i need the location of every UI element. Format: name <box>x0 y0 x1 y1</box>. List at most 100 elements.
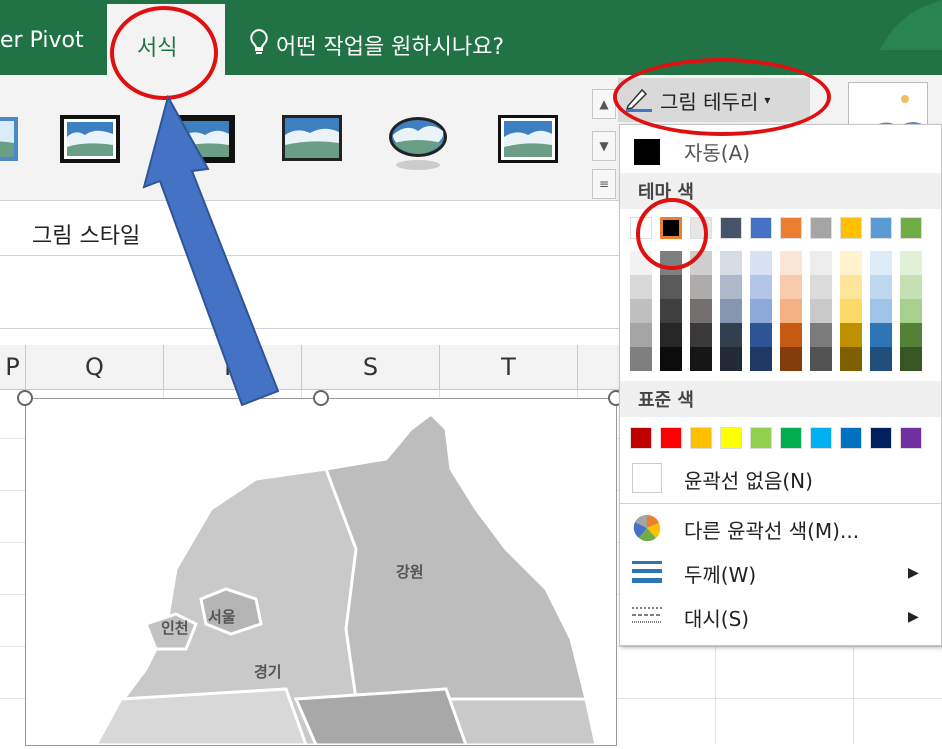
theme-shade-swatch[interactable] <box>870 323 892 347</box>
theme-shade-swatch[interactable] <box>660 275 682 299</box>
theme-shade-swatch[interactable] <box>840 251 862 275</box>
theme-shade-swatch[interactable] <box>870 275 892 299</box>
theme-shade-swatch[interactable] <box>720 251 742 275</box>
theme-shade-swatch[interactable] <box>690 347 712 371</box>
standard-color-swatch[interactable] <box>840 427 862 449</box>
theme-shade-swatch[interactable] <box>810 347 832 371</box>
theme-colors-title: 테마 색 <box>620 173 941 209</box>
theme-color-swatch[interactable] <box>660 217 682 239</box>
map-label-gangwon: 강원 <box>396 563 424 581</box>
theme-shade-swatch[interactable] <box>750 323 772 347</box>
automatic-label: 자동(A) <box>684 140 751 165</box>
column-header-s[interactable]: S <box>302 345 440 389</box>
theme-shade-swatch[interactable] <box>870 347 892 371</box>
theme-color-swatch[interactable] <box>780 217 802 239</box>
theme-shade-swatch[interactable] <box>630 299 652 323</box>
theme-shade-swatch[interactable] <box>900 251 922 275</box>
theme-shade-swatch[interactable] <box>900 323 922 347</box>
theme-shade-swatch[interactable] <box>780 299 802 323</box>
theme-shade-swatch[interactable] <box>750 347 772 371</box>
theme-shade-swatch[interactable] <box>840 275 862 299</box>
picture-border-button[interactable]: 그림 테두리 ▾ <box>618 78 810 122</box>
theme-shade-swatch[interactable] <box>900 347 922 371</box>
theme-shade-swatch[interactable] <box>870 299 892 323</box>
picture-style-thumb-2[interactable] <box>60 115 120 163</box>
theme-shade-swatch[interactable] <box>720 275 742 299</box>
theme-color-swatch[interactable] <box>630 217 652 239</box>
theme-shade-swatch[interactable] <box>840 347 862 371</box>
theme-shade-swatch[interactable] <box>780 251 802 275</box>
menu-item-automatic[interactable]: 자동(A) <box>620 133 941 169</box>
theme-shade-swatch[interactable] <box>750 299 772 323</box>
gallery-scroll-down-button[interactable]: ▼ <box>592 131 616 161</box>
standard-color-swatch[interactable] <box>780 427 802 449</box>
theme-color-swatch[interactable] <box>840 217 862 239</box>
theme-shade-swatch[interactable] <box>630 347 652 371</box>
theme-shade-swatch[interactable] <box>780 275 802 299</box>
tab-power-pivot[interactable]: er Pivot <box>0 28 84 53</box>
theme-shade-swatch[interactable] <box>630 251 652 275</box>
theme-shade-swatch[interactable] <box>690 251 712 275</box>
theme-shade-swatch[interactable] <box>750 251 772 275</box>
standard-color-swatch[interactable] <box>900 427 922 449</box>
weight-label: 두께(W) <box>684 562 757 587</box>
standard-color-swatch[interactable] <box>810 427 832 449</box>
theme-shade-swatch[interactable] <box>810 275 832 299</box>
menu-item-no-outline[interactable]: 윤곽선 없음(N) <box>620 459 941 499</box>
column-header-t[interactable]: T <box>440 345 578 389</box>
theme-shade-swatch[interactable] <box>750 275 772 299</box>
theme-shade-swatch[interactable] <box>720 323 742 347</box>
theme-shade-swatch[interactable] <box>630 275 652 299</box>
resize-handle-top-left[interactable] <box>17 390 33 406</box>
theme-color-swatch[interactable] <box>750 217 772 239</box>
theme-shade-swatch[interactable] <box>630 323 652 347</box>
theme-shade-swatch[interactable] <box>690 323 712 347</box>
theme-shade-swatch[interactable] <box>840 299 862 323</box>
standard-color-swatch[interactable] <box>690 427 712 449</box>
tab-format[interactable]: 서식 <box>107 4 225 75</box>
theme-color-swatch[interactable] <box>810 217 832 239</box>
theme-shade-swatch[interactable] <box>780 347 802 371</box>
theme-shade-swatch[interactable] <box>870 251 892 275</box>
theme-shade-swatch[interactable] <box>660 299 682 323</box>
theme-color-swatch[interactable] <box>900 217 922 239</box>
standard-color-swatch[interactable] <box>870 427 892 449</box>
menu-item-weight[interactable]: 두께(W) ▶ <box>620 551 941 595</box>
theme-shade-swatch[interactable] <box>780 323 802 347</box>
column-header-p[interactable]: P <box>0 345 26 389</box>
standard-color-swatch[interactable] <box>660 427 682 449</box>
theme-color-swatch[interactable] <box>720 217 742 239</box>
menu-item-more-outline-colors[interactable]: 다른 윤곽선 색(M)... <box>620 507 941 551</box>
theme-color-swatch[interactable] <box>870 217 892 239</box>
theme-shade-swatch[interactable] <box>720 347 742 371</box>
submenu-arrow-icon: ▶ <box>908 565 919 581</box>
theme-shade-swatch[interactable] <box>810 251 832 275</box>
theme-shade-swatch[interactable] <box>660 251 682 275</box>
resize-handle-top-middle[interactable] <box>313 390 329 406</box>
theme-shade-swatch[interactable] <box>900 299 922 323</box>
gallery-scroll-up-button[interactable]: ▲ <box>592 89 616 119</box>
picture-style-thumb-5[interactable] <box>388 115 448 175</box>
theme-shade-swatch[interactable] <box>660 347 682 371</box>
theme-color-swatch[interactable] <box>690 217 712 239</box>
standard-color-swatch[interactable] <box>720 427 742 449</box>
theme-shade-swatch[interactable] <box>840 323 862 347</box>
automatic-color-swatch <box>634 139 660 165</box>
annotation-arrow <box>142 95 280 407</box>
selected-map-picture[interactable]: 강원 인천 서울 경기 <box>25 398 617 747</box>
picture-style-thumb-6[interactable] <box>498 115 558 163</box>
theme-shade-swatch[interactable] <box>810 299 832 323</box>
picture-style-thumb-1[interactable] <box>0 115 30 163</box>
standard-color-swatch[interactable] <box>750 427 772 449</box>
theme-shade-swatch[interactable] <box>660 323 682 347</box>
theme-shade-swatch[interactable] <box>690 275 712 299</box>
theme-shade-swatch[interactable] <box>720 299 742 323</box>
gallery-more-button[interactable]: ≡ <box>592 169 616 199</box>
theme-shade-swatch[interactable] <box>900 275 922 299</box>
menu-item-dashes[interactable]: 대시(S) ▶ <box>620 595 941 639</box>
no-outline-swatch <box>632 463 662 493</box>
standard-color-swatch[interactable] <box>630 427 652 449</box>
theme-shade-swatch[interactable] <box>810 323 832 347</box>
theme-shade-swatch[interactable] <box>690 299 712 323</box>
tell-me-search[interactable]: 어떤 작업을 원하시나요? <box>248 28 504 62</box>
